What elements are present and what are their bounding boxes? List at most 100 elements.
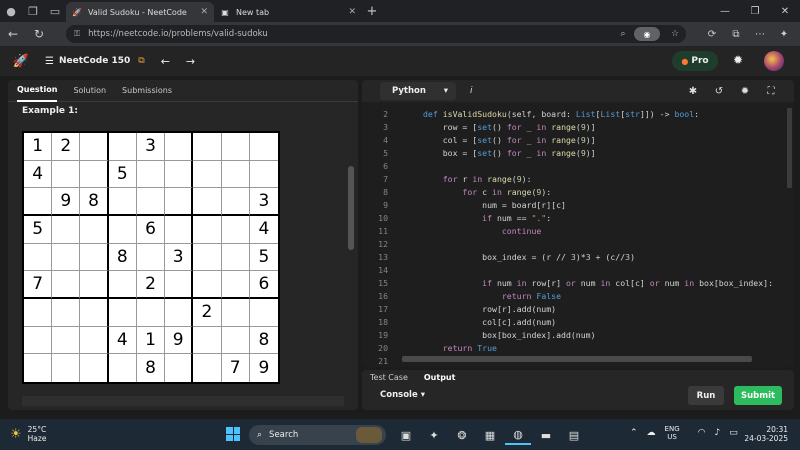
code-line[interactable]: 20 return True [362, 342, 794, 355]
sudoku-cell [80, 271, 109, 299]
wifi-icon[interactable]: ◠ [698, 428, 706, 438]
window-close-icon[interactable]: ✕ [770, 0, 800, 22]
reload-icon[interactable]: ↻ [26, 22, 52, 46]
line-number: 20 [378, 343, 388, 353]
address-bar[interactable]: ⚿ https://neetcode.io/problems/valid-sud… [66, 25, 686, 43]
tab-submissions[interactable]: Submissions [122, 80, 172, 102]
question-footer [22, 396, 344, 406]
close-icon[interactable]: ✕ [348, 7, 356, 17]
collections-icon[interactable]: ⧉ [724, 25, 748, 43]
browser-tab-neetcode[interactable]: 🚀 Valid Sudoku - NeetCode ✕ [66, 2, 214, 22]
file-explorer-icon[interactable]: ▬ [533, 425, 559, 445]
battery-icon[interactable]: ▭ [729, 428, 738, 438]
copilot-icon[interactable]: ✦ [772, 25, 796, 43]
taskbar-search[interactable]: ⌕ Search [249, 425, 386, 445]
favorite-star-icon[interactable]: ☆ [664, 29, 686, 39]
prev-problem-arrow-icon[interactable]: ← [161, 55, 170, 68]
code-line[interactable]: 11 continue [362, 225, 794, 238]
submit-button[interactable]: Submit [734, 386, 782, 405]
code-line[interactable]: 5 box = [set() for _ in range(9)] [362, 147, 794, 160]
language-indicator[interactable]: ENG US [665, 425, 689, 441]
rocket-logo-icon[interactable]: 🚀 [11, 51, 31, 71]
new-tab-plus-icon[interactable]: + [362, 4, 382, 19]
windows-start-icon[interactable] [226, 427, 240, 441]
browser-tab-newtab[interactable]: ▣ New tab ✕ [214, 2, 362, 22]
debug-bug-icon[interactable]: ✱ [680, 83, 706, 99]
chevron-down-icon: ▾ [420, 390, 425, 400]
chevron-up-icon[interactable]: ⌃ [630, 428, 638, 438]
zoom-icon[interactable]: ⌕ [612, 29, 634, 39]
code-line[interactable]: 2 def isValidSudoku(self, board: List[Lis… [362, 108, 794, 121]
copilot-app-icon[interactable]: ✦ [421, 425, 447, 445]
sudoku-cell [221, 298, 250, 327]
url-text[interactable]: https://neetcode.io/problems/valid-sudok… [88, 29, 612, 39]
code-line[interactable]: 4 col = [set() for _ in range(9)] [362, 134, 794, 147]
code-line[interactable]: 7 for r in range(9): [362, 173, 794, 186]
avatar[interactable] [764, 51, 784, 71]
editor-vertical-scrollbar[interactable] [787, 108, 792, 188]
notepad-icon[interactable]: ▤ [561, 425, 587, 445]
workspaces-icon[interactable]: ❐ [22, 0, 44, 22]
info-icon[interactable]: i [470, 86, 473, 96]
code-line[interactable]: 13 box_index = (r // 3)*3 + (c//3) [362, 251, 794, 264]
code-line[interactable]: 10 if num == ".": [362, 212, 794, 225]
language-select[interactable]: Python ▾ [380, 82, 456, 100]
minimize-icon[interactable]: — [710, 0, 740, 22]
back-arrow-icon[interactable]: ← [0, 22, 26, 46]
clock[interactable]: 20:31 24-03-2025 [742, 425, 788, 443]
tab-question[interactable]: Question [17, 80, 58, 102]
sudoku-cell [80, 160, 109, 189]
volume-icon[interactable]: ♪ [715, 428, 721, 438]
code-line[interactable]: 15 if num in row[r] or num in col[c] or … [362, 277, 794, 290]
search-highlight-image [356, 427, 382, 443]
sudoku-cell [165, 188, 194, 216]
tab-test-case[interactable]: Test Case [370, 373, 408, 382]
code-line[interactable]: 16 return False [362, 290, 794, 303]
code-line[interactable]: 12 [362, 238, 794, 251]
code-line[interactable]: 3 row = [set() for _ in range(9)] [362, 121, 794, 134]
close-icon[interactable]: ✕ [200, 7, 208, 17]
weather-widget[interactable]: ☀ 25°C Haze [10, 425, 46, 443]
next-problem-arrow-icon[interactable]: → [186, 55, 195, 68]
code-area[interactable]: 2 def isValidSudoku(self, board: List[Lis… [362, 108, 794, 367]
external-link-icon[interactable]: ⧉ [138, 56, 144, 66]
task-view-icon[interactable]: ▣ [393, 425, 419, 445]
code-text: def isValidSudoku(self, board: List[List… [423, 109, 700, 119]
maximize-icon[interactable]: ❐ [740, 0, 770, 22]
code-line[interactable]: 18 col[c].add(num) [362, 316, 794, 329]
fire-icon: ● [681, 56, 689, 66]
tracking-prevention-icon[interactable]: ◉ [634, 27, 660, 41]
fullscreen-icon[interactable]: ⛶ [758, 83, 784, 99]
store-icon[interactable]: ▦ [477, 425, 503, 445]
code-line[interactable]: 9 num = board[r][c] [362, 199, 794, 212]
editor-horizontal-scrollbar[interactable] [402, 356, 752, 362]
profile-icon[interactable]: ● [0, 0, 22, 22]
code-line[interactable]: 17 row[r].add(num) [362, 303, 794, 316]
refresh-extension-icon[interactable]: ⟳ [700, 25, 724, 43]
code-line[interactable]: 14 [362, 264, 794, 277]
code-line[interactable]: 8 for c in range(9): [362, 186, 794, 199]
site-info-icon[interactable]: ⚿ [74, 29, 80, 39]
code-line[interactable]: 19 box[box_index].add(num) [362, 329, 794, 342]
run-button[interactable]: Run [688, 386, 724, 405]
sudoku-cell: 1 [24, 133, 53, 161]
console-label: Console [380, 390, 418, 400]
tab-output[interactable]: Output [424, 373, 456, 382]
editor-settings-icon[interactable]: ✹ [732, 83, 758, 99]
settings-gear-icon[interactable]: ✹ [733, 53, 743, 67]
problem-list-title[interactable]: NeetCode 150 [59, 56, 130, 66]
line-number: 11 [378, 226, 388, 236]
tab-solution[interactable]: Solution [73, 80, 106, 102]
code-line[interactable]: 6 [362, 160, 794, 173]
sudoku-cell [80, 243, 109, 272]
edge-browser-icon[interactable]: ◍ [505, 425, 531, 445]
list-icon[interactable]: ☰ [45, 56, 54, 67]
more-menu-icon[interactable]: ⋯ [748, 25, 772, 43]
cloud-icon[interactable]: ☁ [647, 428, 656, 438]
chatgpt-icon[interactable]: ❂ [449, 425, 475, 445]
tab-actions-icon[interactable]: ▭ [44, 0, 66, 22]
console-toggle[interactable]: Console ▾ [380, 390, 425, 400]
reset-icon[interactable]: ↺ [706, 83, 732, 99]
pro-button[interactable]: ● Pro [672, 51, 718, 71]
question-scrollbar[interactable] [348, 166, 354, 250]
